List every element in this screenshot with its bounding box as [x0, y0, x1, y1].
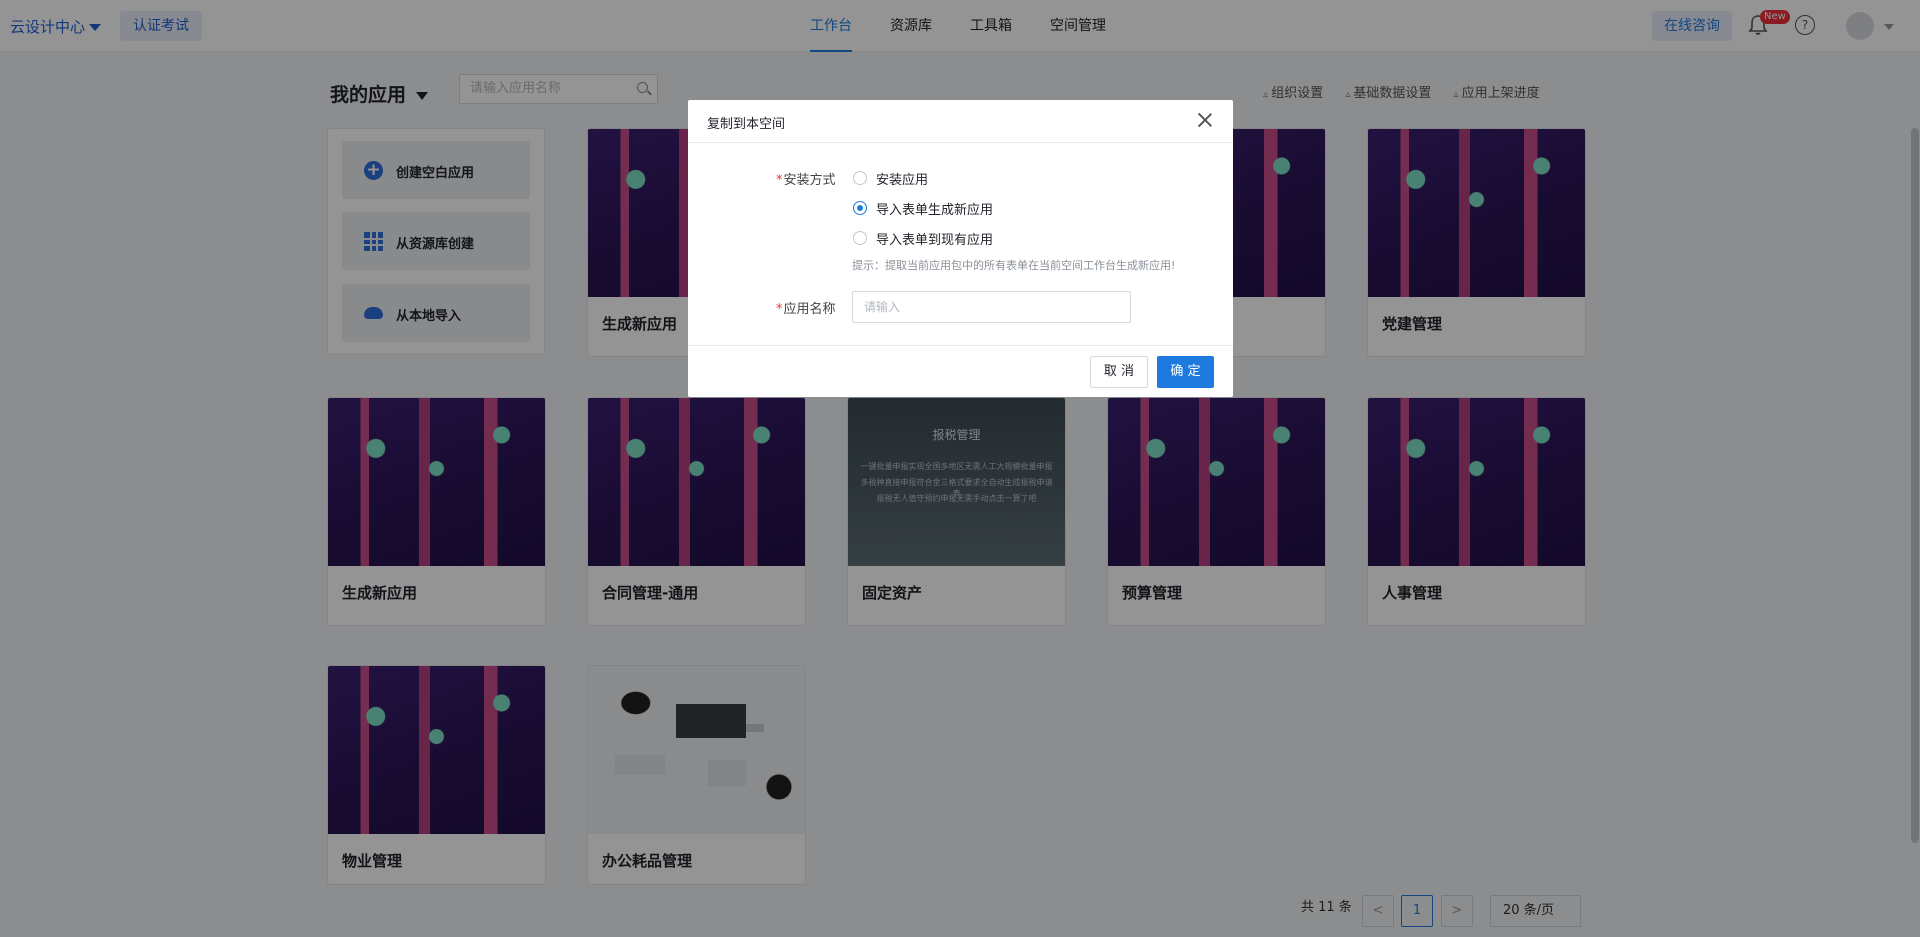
- copy-to-space-dialog: 复制到本空间 *安装方式 安装应用 导入表单生成新应用 导入表单到现有应用 提示…: [688, 100, 1233, 397]
- required-mark: *: [776, 173, 783, 188]
- install-method-text: 安装方式: [783, 173, 836, 188]
- radio-circle-icon[interactable]: [853, 171, 867, 185]
- cancel-button[interactable]: 取 消: [1090, 356, 1148, 388]
- app-name-text: 应用名称: [783, 302, 836, 317]
- dialog-divider: [688, 345, 1233, 346]
- radio-label: 安装应用: [876, 173, 929, 188]
- radio-circle-icon[interactable]: [853, 231, 867, 245]
- close-icon[interactable]: [1197, 112, 1213, 128]
- install-hint: 提示：提取当前应用包中的所有表单在当前空间工作台生成新应用!: [852, 259, 1176, 272]
- required-mark: *: [776, 302, 783, 317]
- radio-label: 导入表单到现有应用: [876, 233, 994, 248]
- app-name-label: *应用名称: [776, 298, 836, 317]
- dialog-title: 复制到本空间: [707, 117, 786, 132]
- radio-label: 导入表单生成新应用: [876, 203, 994, 218]
- install-method-label: *安装方式: [776, 169, 836, 188]
- confirm-button[interactable]: 确 定: [1157, 356, 1214, 388]
- app-name-input[interactable]: 请输入: [852, 291, 1131, 323]
- dialog-header: 复制到本空间: [688, 100, 1233, 143]
- radio-checked-icon[interactable]: [853, 201, 867, 215]
